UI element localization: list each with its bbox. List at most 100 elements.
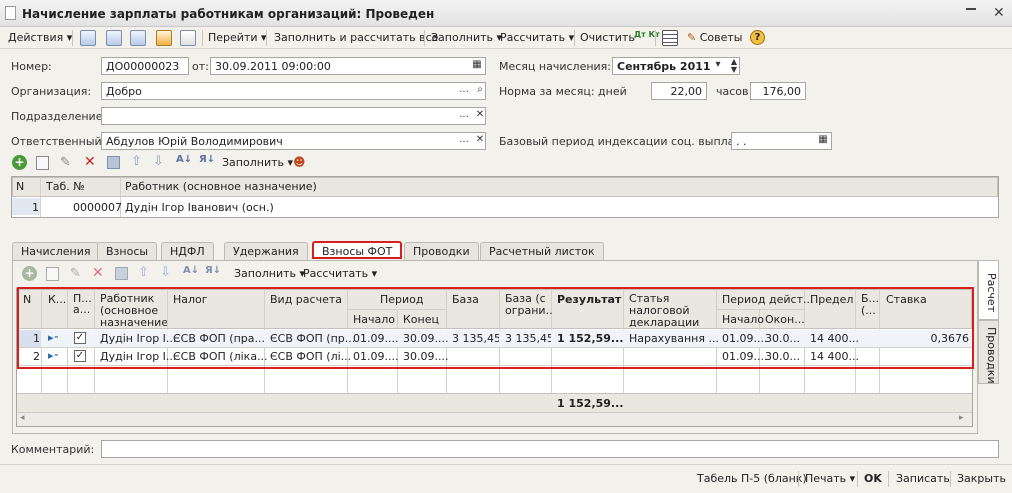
tab-ndfl[interactable]: НДФЛ bbox=[161, 242, 214, 260]
fot-grid: N К... П... а... Работник (основное назн… bbox=[16, 288, 973, 427]
side-tab-postings[interactable]: Проводки bbox=[978, 320, 999, 384]
calculate-menu[interactable]: Рассчитать ▾ bbox=[500, 31, 574, 44]
list-icon[interactable] bbox=[662, 30, 678, 46]
print-menu[interactable]: Печать ▾ bbox=[805, 472, 855, 485]
comment-field[interactable] bbox=[101, 440, 999, 458]
month-dropdown-icon[interactable]: ▾ bbox=[710, 58, 726, 74]
copy-icon[interactable] bbox=[130, 30, 146, 46]
col-worker-header: Работник (основное назначение) bbox=[125, 180, 317, 193]
select-dept-icon[interactable]: ... bbox=[456, 108, 472, 124]
month-spin-icon[interactable]: ▲ ▼ bbox=[726, 58, 742, 74]
delete-icon[interactable]: ✕ bbox=[84, 154, 96, 170]
col-base-limited: База (с ограни... bbox=[505, 293, 552, 317]
clear-resp-icon[interactable]: ✕ bbox=[472, 133, 488, 149]
grid-calc-menu[interactable]: Рассчитать ▾ bbox=[303, 267, 377, 280]
col-end2: Окон... bbox=[765, 313, 805, 326]
add-row-icon[interactable]: + bbox=[22, 266, 37, 281]
sort-asc-icon[interactable]: A↓ bbox=[176, 154, 192, 165]
table-row[interactable]: 2 ▸⁃ ✓ Дудін Ігор І... ЄСВ ФОП (ліка... … bbox=[17, 348, 972, 365]
table-row[interactable]: 1 0000007 Дудін Ігор Іванович (осн.) bbox=[12, 198, 998, 215]
fill-calc-all-button[interactable]: Заполнить и рассчитать все bbox=[274, 31, 438, 44]
ok-button[interactable]: OK bbox=[864, 472, 882, 485]
norm-hours-field[interactable]: 176,00 bbox=[750, 82, 806, 100]
copy-line-icon[interactable] bbox=[46, 267, 59, 281]
table-row[interactable]: 1 ▸⁃ ✓ Дудін Ігор І... ЄСВ ФОП (пра... Є… bbox=[17, 330, 972, 347]
tabel-button[interactable]: Табель П-5 (бланк) bbox=[697, 472, 807, 485]
tab-fot-contributions[interactable]: Взносы ФОТ bbox=[312, 241, 403, 259]
resp-label: Ответственный: bbox=[11, 135, 106, 148]
dept-label: Подразделение: bbox=[11, 110, 107, 123]
calc-arrow-icon: ▸⁃ bbox=[48, 331, 60, 344]
minimize-icon[interactable] bbox=[966, 7, 976, 10]
clear-button[interactable]: Очистить bbox=[580, 31, 635, 44]
back-icon[interactable] bbox=[80, 30, 96, 46]
advice-button[interactable]: ✎ Советы bbox=[687, 31, 742, 44]
number-field[interactable]: ДО00000023 bbox=[101, 57, 189, 75]
person-icon[interactable]: ☻ bbox=[293, 155, 306, 169]
col-pa: П... а... bbox=[73, 293, 92, 315]
col-start2: Начало bbox=[722, 313, 765, 326]
tab-contributions[interactable]: Взносы bbox=[97, 242, 158, 260]
goto-menu[interactable]: Перейти ▾ bbox=[208, 31, 267, 44]
line-up-icon[interactable]: ⇧ bbox=[138, 265, 149, 280]
select-resp-icon[interactable]: ... bbox=[456, 133, 472, 149]
edit-line-icon[interactable]: ✎ bbox=[70, 266, 81, 281]
end-edit-icon[interactable] bbox=[107, 156, 120, 169]
toolbar: Действия ▾ Перейти ▾ Заполнить и рассчит… bbox=[0, 27, 1012, 49]
col-period: Период bbox=[380, 293, 424, 306]
tab-accruals[interactable]: Начисления bbox=[12, 242, 100, 260]
search-org-icon[interactable]: ⌕ bbox=[472, 83, 488, 99]
col-rate: Ставка bbox=[886, 293, 927, 306]
tab-postings[interactable]: Проводки bbox=[404, 242, 479, 260]
line-sort-asc-icon[interactable]: A↓ bbox=[183, 265, 199, 276]
tab-payslip[interactable]: Расчетный листок bbox=[480, 242, 604, 260]
col-n: N bbox=[23, 293, 32, 306]
select-org-icon[interactable]: ... bbox=[456, 83, 472, 99]
window-title: Начисление зарплаты работникам организац… bbox=[22, 7, 435, 21]
active-checkbox[interactable]: ✓ bbox=[74, 350, 86, 362]
edit-icon[interactable]: ✎ bbox=[60, 155, 71, 170]
base-period-label: Базовый период индексации соц. выплат: bbox=[499, 135, 745, 148]
actions-menu[interactable]: Действия ▾ bbox=[8, 31, 72, 44]
delete-line-icon[interactable]: ✕ bbox=[92, 265, 104, 281]
hours-label: часов bbox=[716, 85, 749, 98]
grid-fill-menu[interactable]: Заполнить ▾ bbox=[234, 267, 305, 280]
side-tab-calc[interactable]: Расчет bbox=[978, 260, 999, 320]
col-tab-header: Таб. № bbox=[46, 180, 85, 193]
date-field[interactable]: 30.09.2011 09:00:00 bbox=[210, 57, 486, 75]
top-fill-menu[interactable]: Заполнить ▾ bbox=[222, 156, 293, 169]
horizontal-scrollbar[interactable]: ◂ ▸ bbox=[17, 412, 972, 426]
refresh-icon[interactable] bbox=[106, 30, 122, 46]
dept-field[interactable] bbox=[101, 107, 486, 125]
month-label: Месяц начисления: bbox=[499, 60, 611, 73]
fill-menu[interactable]: Заполнить ▾ bbox=[431, 31, 502, 44]
line-sort-desc-icon[interactable]: Я↓ bbox=[205, 265, 221, 276]
move-down-icon[interactable]: ⇩ bbox=[153, 154, 164, 169]
save-button[interactable]: Записать bbox=[896, 472, 950, 485]
org-field[interactable]: Добро bbox=[101, 82, 486, 100]
close-icon[interactable]: ✕ bbox=[993, 5, 1005, 21]
tab-deductions[interactable]: Удержания bbox=[224, 242, 308, 260]
close-button[interactable]: Закрыть bbox=[957, 472, 1006, 485]
calendar-icon[interactable]: ▦ bbox=[469, 58, 485, 74]
sort-desc-icon[interactable]: Я↓ bbox=[199, 154, 215, 165]
number-label: Номер: bbox=[11, 60, 52, 73]
base-calendar-icon[interactable]: ▦ bbox=[815, 133, 831, 149]
col-worker: Работник (основное назначение) bbox=[100, 293, 167, 327]
unpost-icon[interactable] bbox=[180, 30, 196, 46]
col-n-header: N bbox=[16, 180, 25, 193]
norm-days-field[interactable]: 22,00 bbox=[651, 82, 707, 100]
from-label: от: bbox=[192, 60, 209, 73]
active-checkbox[interactable]: ✓ bbox=[74, 332, 86, 344]
resp-field[interactable]: Абдулов Юрій Володимирович bbox=[101, 132, 486, 150]
help-icon[interactable]: ? bbox=[750, 30, 765, 45]
add-icon[interactable]: + bbox=[12, 155, 27, 170]
copy-row-icon[interactable] bbox=[36, 156, 49, 170]
post-icon[interactable] bbox=[156, 30, 172, 46]
col-limit: Предел bbox=[810, 293, 854, 306]
move-up-icon[interactable]: ⇧ bbox=[131, 154, 142, 169]
save-line-icon[interactable] bbox=[115, 267, 128, 280]
clear-dept-icon[interactable]: ✕ bbox=[472, 108, 488, 124]
title-bar: Начисление зарплаты работникам организац… bbox=[0, 0, 1012, 27]
line-down-icon[interactable]: ⇩ bbox=[160, 265, 171, 280]
